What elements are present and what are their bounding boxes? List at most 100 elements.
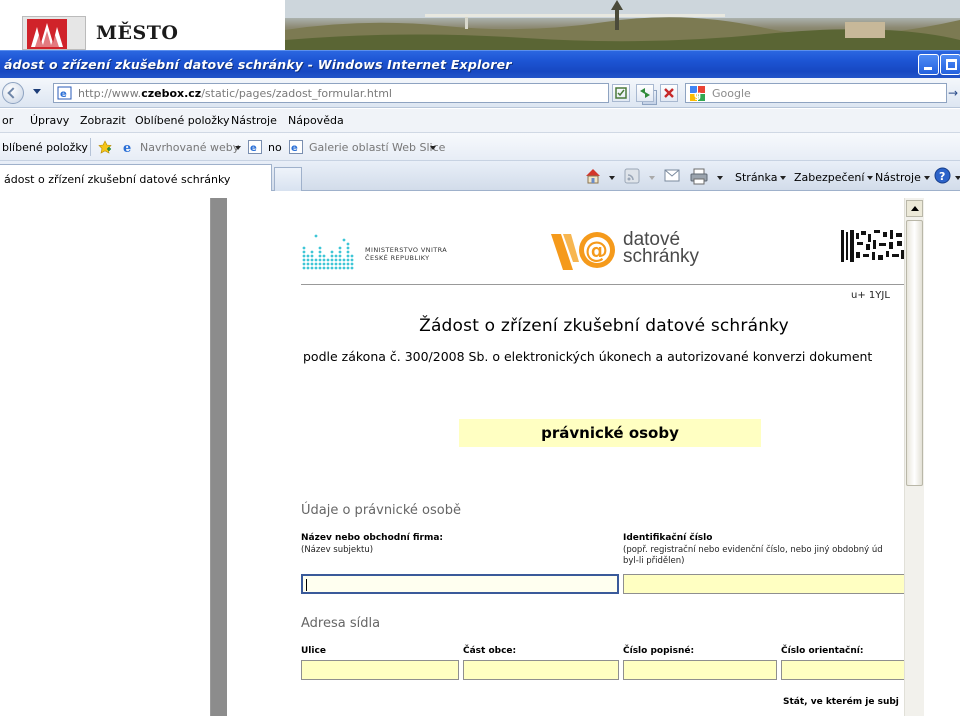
stop-icon (664, 88, 674, 98)
orientation-number-input[interactable] (781, 660, 907, 680)
scroll-thumb[interactable] (906, 220, 923, 486)
suggested-sites-link[interactable]: Navrhované weby (140, 141, 239, 154)
tab-title: ádost o zřízení zkušební datové schránky (4, 173, 231, 186)
viewer-border (211, 198, 227, 716)
barcode-icon (841, 230, 907, 262)
suggested-sites-dropdown[interactable] (232, 141, 241, 154)
maximize-button[interactable] (940, 54, 960, 75)
refresh-button[interactable] (636, 84, 654, 102)
ministry-name: MINISTERSTVO VNITRA ČESKÉ REPUBLIKY (365, 246, 448, 262)
svg-text:?: ? (939, 170, 945, 183)
city-crest-icon (22, 16, 86, 50)
search-go-icon[interactable]: → (948, 86, 958, 100)
tab-active[interactable]: ádost o zřízení zkušební datové schránky (0, 164, 272, 191)
id-number-input[interactable] (623, 574, 907, 594)
datove-schranky-logo-icon: @ (551, 232, 615, 270)
barcode-code: u+ 1YJL (851, 290, 890, 301)
help-dropdown[interactable] (952, 171, 960, 184)
menu-favorites[interactable]: Oblíbené položky (135, 114, 230, 127)
menu-help[interactable]: Nápověda (288, 114, 344, 127)
add-favorite-icon[interactable] (98, 140, 112, 154)
header-divider (301, 284, 907, 285)
favorite-link-no[interactable]: no (268, 141, 282, 154)
svg-text:@: @ (585, 238, 608, 264)
svg-text:g: g (694, 90, 701, 101)
web-slice-gallery-link[interactable]: Galerie oblastí Web Slice (309, 141, 445, 154)
google-icon: g (690, 86, 705, 101)
house-number-input[interactable] (623, 660, 777, 680)
svg-text:e: e (123, 141, 131, 154)
menu-edit[interactable]: Úpravy (30, 114, 69, 127)
street-input[interactable] (301, 660, 459, 680)
menu-bar: or Úpravy Zobrazit Oblíbené položky Nást… (0, 109, 960, 133)
tab-command-bar: ádost o zřízení zkušební datové schránky… (0, 161, 960, 191)
mail-icon[interactable] (664, 169, 680, 183)
refresh-icon (640, 88, 650, 98)
section-heading-address: Adresa sídla (301, 616, 381, 631)
company-name-input[interactable] (301, 574, 619, 594)
search-placeholder: Google (712, 87, 751, 100)
print-dropdown[interactable] (714, 171, 723, 184)
scroll-up-button[interactable] (906, 200, 923, 217)
page-menu-button[interactable]: Stránka (735, 171, 787, 184)
svg-text:e: e (60, 89, 67, 100)
section-heading-entity: Údaje o právnické osobě (301, 503, 461, 518)
ie-link-icon: e (248, 140, 262, 154)
help-icon[interactable]: ? (934, 167, 951, 184)
menu-view[interactable]: Zobrazit (80, 114, 126, 127)
document-page: MINISTERSTVO VNITRA ČESKÉ REPUBLIKY @ da… (227, 198, 907, 716)
district-input[interactable] (463, 660, 619, 680)
website-header: MĚSTO (0, 0, 960, 50)
menu-file[interactable]: or (2, 114, 13, 127)
back-button[interactable] (2, 82, 24, 104)
vertical-scrollbar[interactable] (904, 198, 924, 716)
viewport-margin (0, 192, 210, 716)
url-text: http://www.czebox.cz/static/pages/zadost… (78, 87, 392, 100)
ie-page-icon: e (57, 86, 72, 100)
history-dropdown-icon[interactable] (33, 89, 41, 94)
menu-tools[interactable]: Nástroje (231, 114, 277, 127)
favorites-label[interactable]: blíbené položky (2, 141, 88, 154)
new-tab-button[interactable] (274, 167, 302, 191)
street-label: Ulice (301, 646, 326, 656)
stop-button[interactable] (660, 84, 678, 102)
address-input[interactable]: e http://www.czebox.cz/static/pages/zado… (53, 83, 657, 105)
window-title: ádost o zřízení zkušební datové schránky… (4, 57, 512, 72)
favorites-bar: blíbené položky e Navrhované weby e no e… (0, 133, 960, 161)
entity-type-banner: právnické osoby (459, 419, 761, 447)
form-title: Žádost o zřízení zkušební datové schránk… (419, 316, 789, 336)
id-number-hint: (popř. registrační nebo evidenční číslo,… (623, 545, 883, 566)
house-number-label: Číslo popisné: (623, 646, 695, 656)
city-name: MĚSTO (96, 22, 179, 44)
feeds-icon[interactable] (624, 168, 640, 184)
favorites-separator (90, 138, 91, 156)
address-toolbar: e http://www.czebox.cz/static/pages/zado… (0, 78, 960, 108)
ministry-logo-icon (302, 234, 354, 270)
id-number-label: Identifikační číslo (623, 533, 713, 543)
home-dropdown[interactable] (606, 171, 615, 184)
header-photo (285, 0, 960, 50)
state-label: Stát, ve kterém je subj (783, 697, 899, 707)
security-menu-button[interactable]: Zabezpečení (794, 171, 874, 184)
svg-text:e: e (250, 143, 257, 154)
form-subtitle: podle zákona č. 300/2008 Sb. o elektroni… (303, 349, 873, 364)
compatibility-icon (615, 87, 627, 99)
district-label: Část obce: (463, 646, 517, 656)
company-name-hint: (Název subjektu) (301, 545, 374, 555)
print-icon[interactable] (690, 167, 708, 185)
home-icon[interactable] (584, 167, 602, 185)
search-input[interactable]: g Google (685, 83, 947, 103)
tools-menu-button[interactable]: Nástroje (875, 171, 930, 184)
datove-schranky-wordmark: datové schránky (623, 229, 700, 267)
minimize-icon (924, 67, 932, 70)
feeds-dropdown[interactable] (646, 171, 655, 184)
pdf-viewer: MINISTERSTVO VNITRA ČESKÉ REPUBLIKY @ da… (210, 198, 924, 716)
minimize-button[interactable] (918, 54, 939, 75)
svg-text:e: e (291, 143, 298, 154)
compatibility-view-button[interactable] (612, 84, 630, 102)
company-name-label: Název nebo obchodní firma: (301, 533, 443, 543)
maximize-icon (946, 59, 957, 70)
web-slice-gallery-icon: e (289, 140, 303, 154)
window-title-bar[interactable]: ádost o zřízení zkušební datové schránky… (0, 50, 960, 78)
web-slice-dropdown[interactable] (427, 141, 436, 154)
